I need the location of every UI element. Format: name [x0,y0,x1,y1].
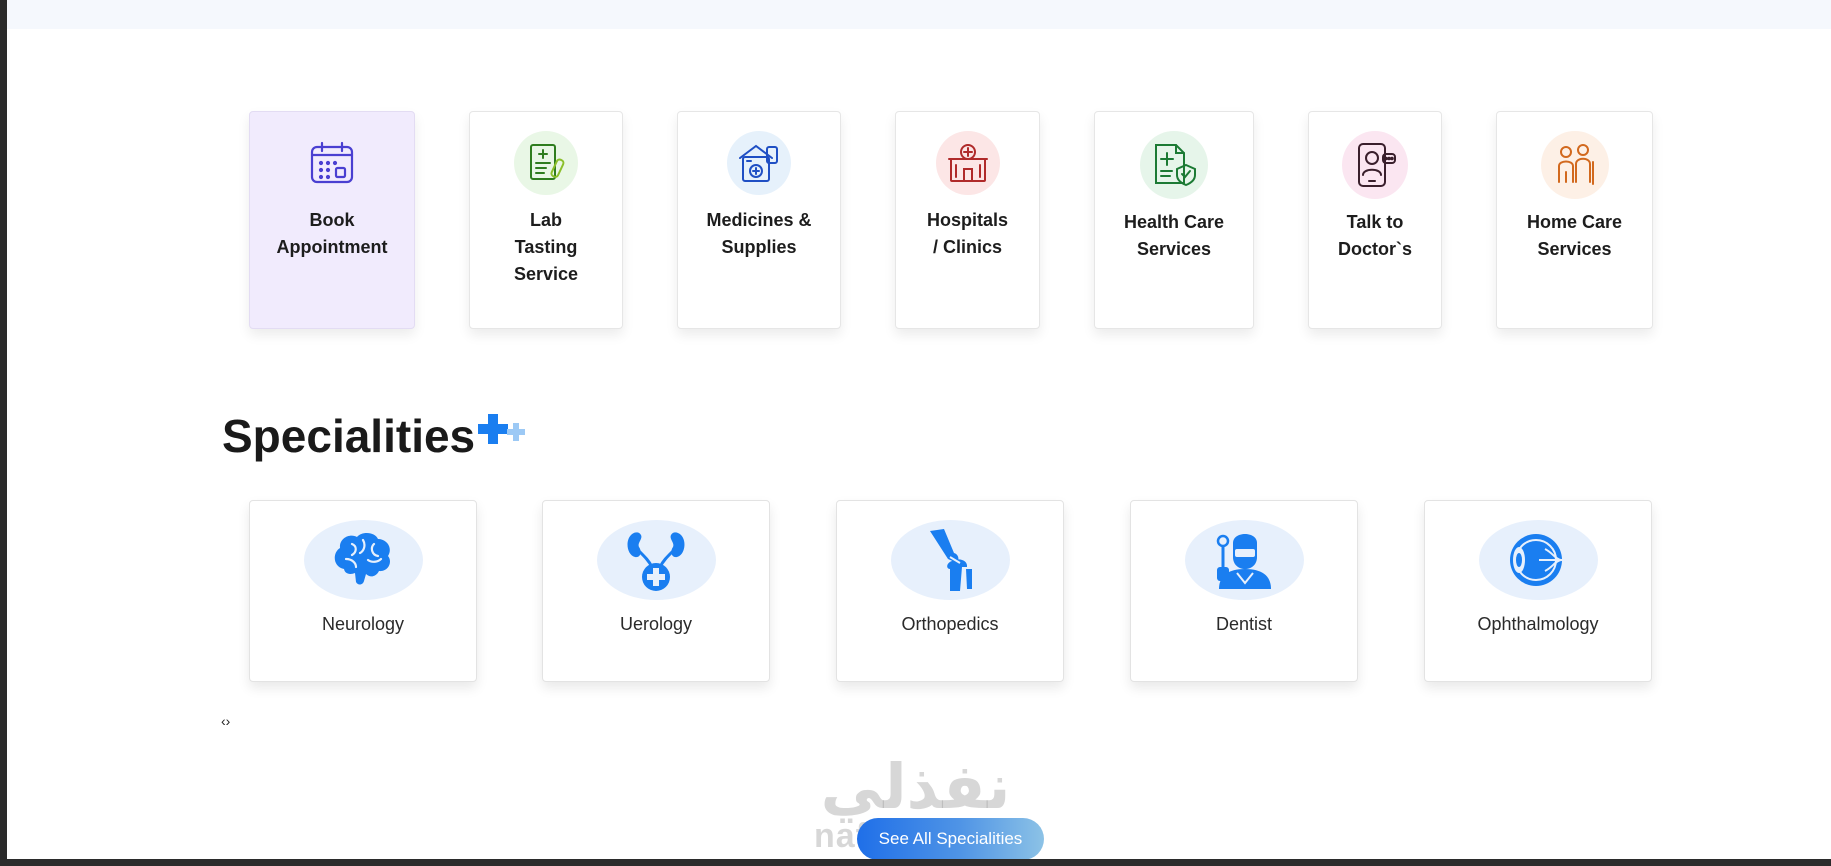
eye-icon [1478,520,1598,600]
window-frame-left [0,0,7,866]
service-card-hospitals[interactable]: Hospitals / Clinics [895,111,1040,329]
speciality-label: Dentist [1215,614,1273,634]
lab-report-icon [514,131,578,195]
service-label: Health Care Services [1123,212,1225,259]
speciality-card-urology[interactable]: Uerology [542,500,770,682]
service-card-talk-to-doctor[interactable]: Talk to Doctor`s [1308,111,1442,329]
speciality-card-dentist[interactable]: Dentist [1130,500,1358,682]
speciality-card-neurology[interactable]: Neurology [249,500,477,682]
speciality-card-ophthalmology[interactable]: Ophthalmology [1424,500,1652,682]
calendar-icon [300,131,364,195]
service-label: Talk to Doctor`s [1337,212,1412,259]
see-all-specialities-button[interactable]: See All Specialities [857,818,1044,860]
plus-cross-icon [478,414,525,444]
video-call-doctor-icon [1342,131,1408,199]
knee-joint-icon [890,520,1010,600]
header-strip [7,0,1831,29]
speciality-label: Neurology [321,614,405,634]
hospital-icon [935,131,1000,195]
speciality-label: Ophthalmology [1477,614,1599,634]
speciality-label: Uerology [619,614,693,634]
section-title-specialities: Specialities [222,410,476,462]
service-label: Home Care Services [1526,212,1623,259]
brain-icon [303,520,423,600]
window-frame-bottom [0,859,1831,866]
service-label: Book Appointment [276,210,388,257]
dentist-icon [1184,520,1304,600]
health-insurance-icon [1140,131,1208,199]
speciality-label: Orthopedics [901,614,999,634]
service-card-medicines[interactable]: Medicines & Supplies [677,111,841,329]
speciality-card-orthopedics[interactable]: Orthopedics [836,500,1064,682]
service-card-book-appointment[interactable]: Book Appointment [249,111,415,329]
service-label: Lab Tasting Service [513,210,579,284]
watermark-arabic: نفذلي [820,750,1011,823]
service-label: Hospitals / Clinics [926,210,1009,257]
pharmacy-icon [727,131,791,195]
service-card-health-care[interactable]: Health Care Services [1094,111,1254,329]
elderly-care-icon [1540,131,1609,199]
carousel-arrows[interactable]: ‹› [221,713,230,729]
service-label: Medicines & Supplies [706,210,812,257]
service-card-home-care[interactable]: Home Care Services [1496,111,1653,329]
kidney-icon [596,520,716,600]
service-card-lab-testing[interactable]: Lab Tasting Service [469,111,623,329]
